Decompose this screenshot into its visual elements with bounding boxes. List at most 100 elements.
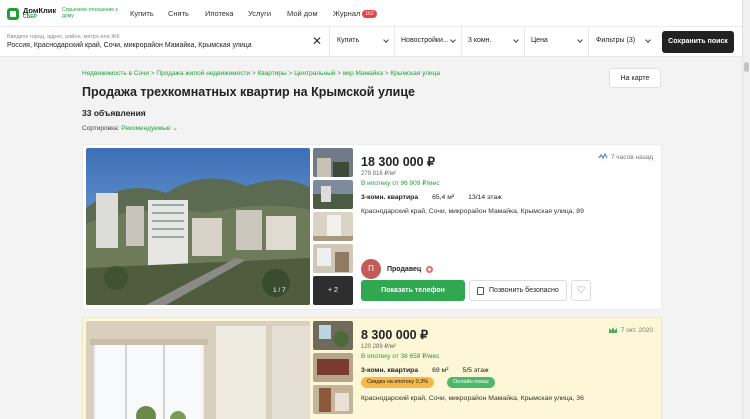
filters-select[interactable]: Фильтры (3) <box>589 27 657 57</box>
chevron-down-icon <box>577 37 583 43</box>
nav-my-home[interactable]: Мой дом <box>287 9 317 18</box>
photo-thumbnail[interactable] <box>313 321 353 350</box>
chevron-down-icon <box>645 37 651 43</box>
price-value: Цена <box>531 37 548 44</box>
thumbnail-image <box>313 244 353 273</box>
price-per-meter: 120 289 ₽/м² <box>361 344 396 350</box>
listing-address: Краснодарский край, Сочи, микрорайон Мам… <box>361 395 584 402</box>
crown-icon <box>608 327 617 333</box>
listing-time-text: 7 часов назад <box>610 153 653 161</box>
price-select[interactable]: Цена <box>525 27 589 57</box>
thumbnail-image <box>313 353 353 382</box>
online-viewing-badge: Онлайн-показ <box>447 377 495 388</box>
safe-call-button[interactable]: Позвонить безопасно <box>469 280 567 301</box>
logo[interactable]: ДомКлик СБЕР <box>7 7 56 21</box>
show-phone-button[interactable]: Показать телефон <box>361 280 465 301</box>
mortgage-link[interactable]: В ипотеку от 38 658 ₽/мес <box>361 352 439 360</box>
thumbnail-image <box>313 321 353 350</box>
breadcrumb-item[interactable]: Продажа жилой недвижимости <box>156 70 250 77</box>
chevron-down-icon <box>383 37 389 43</box>
breadcrumb-item[interactable]: Центральный <box>294 70 335 77</box>
city-photo-image <box>86 148 310 305</box>
thumbnail-image <box>313 385 353 414</box>
photo-thumbnail[interactable] <box>313 212 353 241</box>
nav-buy[interactable]: Купить <box>130 9 154 18</box>
location-search-input[interactable]: Введите город, адрес, район, метро или Ж… <box>0 27 330 57</box>
listing-photo[interactable] <box>86 148 310 305</box>
favorite-heart-icon[interactable]: ♡ <box>571 280 591 301</box>
top-navigation: ДомКлик СБЕР Серьезное отношение к дому … <box>0 0 742 27</box>
price-per-meter: 279 816 ₽/м² <box>361 171 396 177</box>
listing-time: 7 окт. 2020 <box>608 326 653 334</box>
listing-specs: 3-комн. квартира 65,4 м² 13/14 этаж <box>361 194 516 201</box>
verified-icon <box>426 265 434 273</box>
safe-call-label: Позвонить безопасно <box>489 287 559 294</box>
listing-address: Краснодарский край, Сочи, микрорайон Мам… <box>361 208 584 215</box>
deal-type-value: Купить <box>337 37 360 44</box>
rooms: 3-комн. квартира <box>361 194 419 201</box>
results-count: 33 объявления <box>82 108 146 118</box>
mortgage-discount-badge: Скидка на ипотеку 0,3% <box>361 377 435 388</box>
property-type-value: Новостройки... <box>401 37 449 44</box>
sort-control[interactable]: Сортировка: Рекомендуемые ⌄ <box>82 124 178 132</box>
logo-sub: СБЕР <box>23 14 37 20</box>
nav-mortgage[interactable]: Ипотека <box>205 9 234 18</box>
chevron-down-icon <box>450 37 456 43</box>
rooms-value: 3 комн. <box>468 37 492 44</box>
search-value: Россия, Краснодарский край, Сочи, микрор… <box>7 42 252 49</box>
thumbnail-image <box>313 180 353 209</box>
breadcrumb-item[interactable]: мкр Мамайка <box>343 70 383 77</box>
photo-thumbnail[interactable] <box>313 180 353 209</box>
photo-counter: 1 / 7 <box>273 287 286 294</box>
photo-thumbnail[interactable] <box>313 148 353 177</box>
breadcrumb-item[interactable]: Квартиры <box>258 70 287 77</box>
logo-icon <box>7 8 19 20</box>
thumbnail-image <box>313 212 353 241</box>
logo-name: ДомКлик <box>23 6 57 15</box>
rooms-select[interactable]: 3 комн. <box>462 27 525 57</box>
listing-price: 18 300 000 ₽ <box>361 155 435 169</box>
photo-thumbnail[interactable] <box>313 385 353 414</box>
nav-journal[interactable]: Журнал 162 <box>333 9 377 18</box>
rooms: 3-комн. квартира <box>361 367 419 374</box>
breadcrumb: Недвижимость в Сочи > Продажа жилой недв… <box>82 70 440 77</box>
deal-type-select[interactable]: Купить <box>330 27 395 57</box>
area: 69 м² <box>432 367 449 374</box>
listing-price: 8 300 000 ₽ <box>361 328 429 342</box>
more-photos-button[interactable]: + 2 <box>313 276 353 305</box>
property-type-select[interactable]: Новостройки... <box>395 27 462 57</box>
seller-avatar: П <box>361 259 381 279</box>
photo-thumbnail[interactable] <box>313 244 353 273</box>
photo-thumbnail[interactable] <box>313 353 353 382</box>
breadcrumb-item[interactable]: Недвижимость в Сочи <box>82 70 149 77</box>
nav-journal-label: Журнал <box>333 9 361 18</box>
page-scrollbar[interactable] <box>742 0 750 419</box>
listing-time-text: 7 окт. 2020 <box>620 326 653 334</box>
interior-photo-image <box>86 321 310 419</box>
nav-rent[interactable]: Снять <box>168 9 189 18</box>
save-search-button[interactable]: Сохранить поиск <box>662 31 734 53</box>
nav-services[interactable]: Услуги <box>248 9 271 18</box>
page-title: Продажа трехкомнатных квартир на Крымско… <box>82 85 415 99</box>
sort-value: Рекомендуемые <box>121 125 171 132</box>
search-placeholder: Введите город, адрес, район, метро или Ж… <box>7 34 120 40</box>
breadcrumb-item[interactable]: Крымская улица <box>390 70 440 77</box>
listing-card[interactable]: 1 / 7 + 2 18 300 000 ₽ 279 816 ₽/м² В ип… <box>82 144 662 310</box>
logo-slogan: Серьезное отношение к дому <box>62 7 118 19</box>
floor: 13/14 этаж <box>468 194 502 201</box>
seller-name: Продавец <box>387 265 422 273</box>
listing-photo[interactable] <box>86 321 310 419</box>
mortgage-link[interactable]: В ипотеку от 96 909 ₽/мес <box>361 179 439 187</box>
views-icon <box>598 153 608 160</box>
chevron-down-icon <box>513 37 519 43</box>
phone-icon <box>477 287 484 295</box>
sort-label: Сортировка: <box>82 125 120 132</box>
search-bar: Введите город, адрес, район, метро или Ж… <box>0 27 742 57</box>
map-button[interactable]: На карте <box>609 68 661 88</box>
floor: 5/5 этаж <box>462 367 489 374</box>
journal-badge: 162 <box>362 10 377 18</box>
clear-icon[interactable]: ✕ <box>312 34 322 48</box>
scrollbar-thumb[interactable] <box>744 62 749 72</box>
seller-info[interactable]: П Продавец <box>361 259 434 279</box>
listing-card[interactable]: 8 300 000 ₽ 120 289 ₽/м² В ипотеку от 38… <box>82 317 662 419</box>
